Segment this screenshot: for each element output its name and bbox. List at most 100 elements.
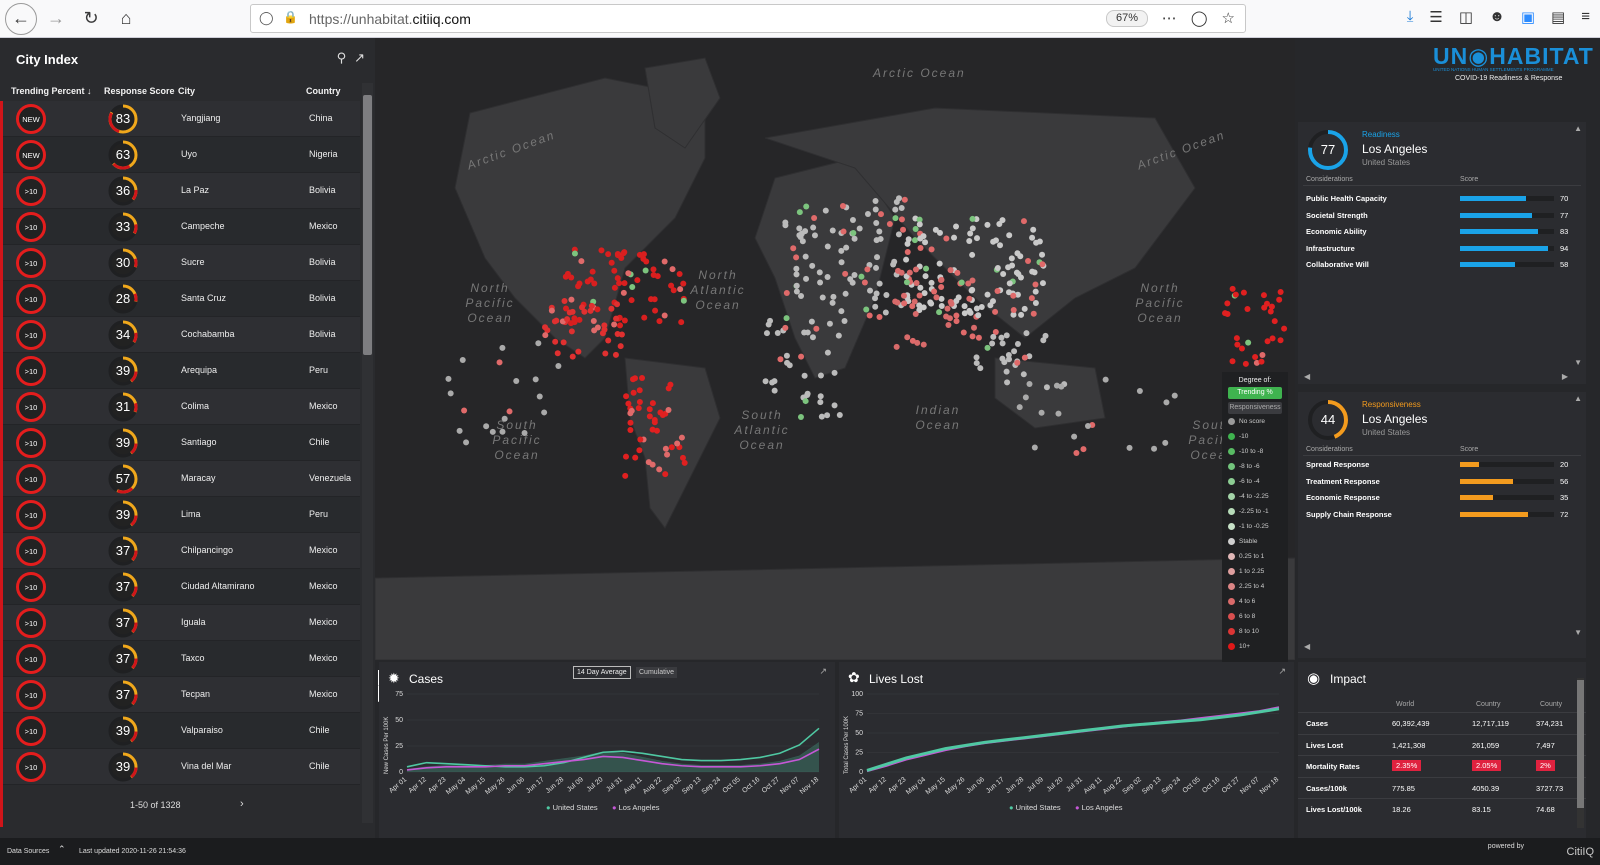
city-marker[interactable]	[912, 225, 919, 232]
city-marker[interactable]	[966, 295, 973, 302]
city-marker[interactable]	[906, 269, 913, 276]
city-marker[interactable]	[587, 276, 594, 283]
city-marker[interactable]	[989, 340, 996, 347]
city-marker[interactable]	[777, 356, 784, 363]
city-marker[interactable]	[1277, 289, 1284, 296]
city-marker[interactable]	[954, 269, 961, 276]
city-marker[interactable]	[783, 352, 790, 359]
city-marker[interactable]	[651, 419, 658, 426]
city-marker[interactable]	[782, 324, 789, 331]
zoom-level[interactable]: 67%	[1106, 10, 1148, 27]
city-marker[interactable]	[841, 318, 848, 325]
city-marker[interactable]	[1010, 306, 1017, 313]
city-marker[interactable]	[960, 329, 967, 336]
city-marker[interactable]	[973, 235, 980, 242]
city-name[interactable]: Uyo	[181, 149, 197, 159]
city-marker[interactable]	[587, 307, 594, 314]
city-marker[interactable]	[601, 326, 608, 333]
city-marker[interactable]	[864, 266, 871, 273]
city-row[interactable]: >10 36 La Paz Bolivia	[3, 173, 360, 209]
city-marker[interactable]	[1260, 292, 1267, 299]
city-marker[interactable]	[667, 381, 674, 388]
city-marker[interactable]	[994, 288, 1001, 295]
city-marker[interactable]	[969, 215, 976, 222]
city-marker[interactable]	[656, 318, 663, 325]
city-row[interactable]: >10 37 Taxco Mexico	[3, 641, 360, 677]
city-marker[interactable]	[542, 324, 549, 331]
city-marker[interactable]	[838, 259, 845, 266]
city-marker[interactable]	[679, 454, 686, 461]
city-marker[interactable]	[901, 300, 908, 307]
city-marker[interactable]	[798, 292, 805, 299]
city-marker[interactable]	[953, 223, 960, 230]
city-name[interactable]: Santa Cruz	[181, 293, 226, 303]
back-icon[interactable]: ←	[5, 2, 37, 35]
city-marker[interactable]	[608, 259, 615, 266]
legend-united-states[interactable]: ● United States	[546, 803, 598, 812]
city-name[interactable]: Colima	[181, 401, 209, 411]
city-marker[interactable]	[936, 260, 943, 267]
city-marker[interactable]	[958, 279, 965, 286]
city-marker[interactable]	[1000, 270, 1007, 277]
city-marker[interactable]	[456, 427, 463, 434]
city-marker[interactable]	[961, 303, 968, 310]
city-marker[interactable]	[867, 287, 874, 294]
city-marker[interactable]	[670, 287, 677, 294]
next-page-icon[interactable]: ›	[240, 798, 244, 810]
city-marker[interactable]	[973, 360, 980, 367]
city-marker[interactable]	[1084, 422, 1091, 429]
city-name[interactable]: Valparaiso	[181, 725, 223, 735]
city-marker[interactable]	[463, 439, 470, 446]
city-marker[interactable]	[790, 245, 797, 252]
city-marker[interactable]	[898, 204, 905, 211]
city-marker[interactable]	[866, 312, 873, 319]
city-marker[interactable]	[829, 299, 836, 306]
city-marker[interactable]	[944, 305, 951, 312]
city-marker[interactable]	[598, 247, 605, 254]
city-marker[interactable]	[1028, 295, 1035, 302]
city-marker[interactable]	[1245, 339, 1252, 346]
account-icon[interactable]: ☻	[1489, 8, 1505, 26]
city-marker[interactable]	[847, 276, 854, 283]
city-marker[interactable]	[1020, 218, 1027, 225]
city-marker[interactable]	[608, 305, 615, 312]
city-marker[interactable]	[1010, 292, 1017, 299]
city-row[interactable]: NEW 63 Uyo Nigeria	[3, 137, 360, 173]
city-marker[interactable]	[553, 317, 560, 324]
city-marker[interactable]	[1016, 404, 1023, 411]
city-marker[interactable]	[874, 254, 881, 261]
city-marker[interactable]	[1006, 356, 1013, 363]
city-marker[interactable]	[818, 413, 825, 420]
city-marker[interactable]	[817, 393, 824, 400]
city-marker[interactable]	[793, 271, 800, 278]
city-marker[interactable]	[632, 454, 639, 461]
city-marker[interactable]	[646, 413, 653, 420]
scroll-up-icon[interactable]: ▲	[1574, 124, 1582, 133]
city-marker[interactable]	[1039, 261, 1046, 268]
map-canvas[interactable]	[375, 38, 1295, 660]
city-marker[interactable]	[984, 221, 991, 228]
city-marker[interactable]	[1026, 380, 1033, 387]
city-marker[interactable]	[568, 328, 575, 335]
city-marker[interactable]	[911, 237, 918, 244]
city-marker[interactable]	[920, 341, 927, 348]
city-marker[interactable]	[1006, 280, 1013, 287]
city-marker[interactable]	[877, 211, 884, 218]
city-marker[interactable]	[650, 266, 657, 273]
city-marker[interactable]	[817, 279, 824, 286]
city-marker[interactable]	[541, 409, 548, 416]
city-marker[interactable]	[629, 283, 636, 290]
scroll-left-icon[interactable]: ◀	[1304, 372, 1310, 381]
city-marker[interactable]	[1162, 439, 1169, 446]
city-marker[interactable]	[1071, 433, 1078, 440]
city-marker[interactable]	[635, 405, 642, 412]
city-marker[interactable]	[793, 288, 800, 295]
city-marker[interactable]	[1014, 340, 1021, 347]
city-marker[interactable]	[562, 273, 569, 280]
city-marker[interactable]	[864, 211, 871, 218]
city-marker[interactable]	[634, 277, 641, 284]
city-marker[interactable]	[1136, 387, 1143, 394]
city-marker[interactable]	[506, 408, 513, 415]
city-marker[interactable]	[1032, 300, 1039, 307]
city-marker[interactable]	[1032, 281, 1039, 288]
